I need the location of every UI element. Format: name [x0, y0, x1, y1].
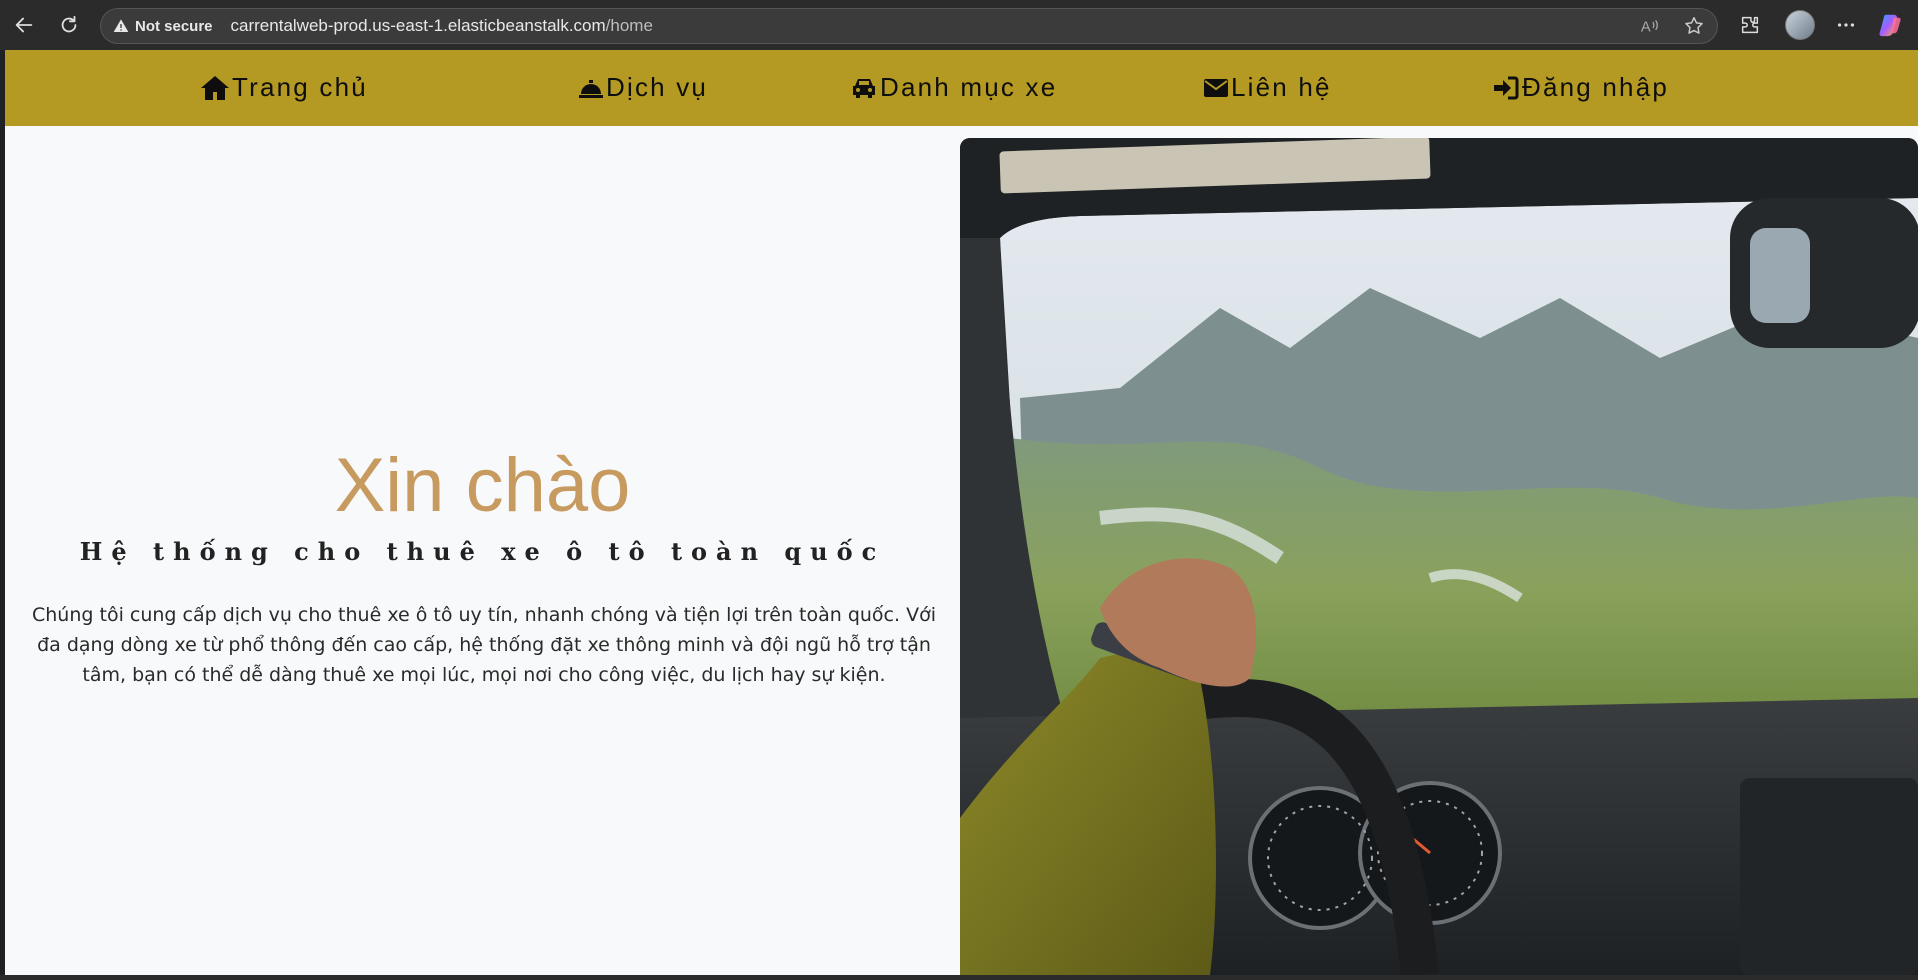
nav-home[interactable]: Trang chủ [200, 72, 368, 103]
hero-subtitle: Hệ thống cho thuê xe ô tô toàn quốc [79, 537, 886, 566]
nav-car-catalog-label: Danh mục xe [880, 72, 1058, 102]
profile-avatar[interactable] [1783, 8, 1817, 42]
more-menu-icon[interactable] [1833, 12, 1859, 38]
nav-contact[interactable]: Liên hệ [1203, 72, 1332, 103]
hero-title: Xin chào [334, 443, 631, 528]
extensions-icon[interactable] [1737, 12, 1763, 38]
nav-home-label: Trang chủ [232, 72, 368, 102]
sign-in-icon [1494, 76, 1519, 99]
nav-contact-label: Liên hệ [1231, 72, 1332, 102]
copilot-icon[interactable] [1878, 12, 1904, 38]
nav-login-label: Đăng nhập [1522, 72, 1670, 102]
svg-text:A: A [1641, 20, 1651, 36]
car-icon [853, 78, 875, 98]
url-path: /home [605, 16, 653, 35]
service-bell-icon [579, 79, 603, 98]
browser-toolbar: Not secure carrentalweb-prod.us-east-1.e… [0, 0, 1918, 50]
main-navbar: Trang chủ Dịch vụ Danh mục xe Liên hệ Đă… [5, 50, 1918, 126]
browser-bottom-edge [0, 975, 1918, 980]
back-icon[interactable] [12, 13, 36, 37]
page-viewport: Trang chủ Dịch vụ Danh mục xe Liên hệ Đă… [5, 50, 1918, 975]
hero-description: Chúng tôi cung cấp dịch vụ cho thuê xe ô… [32, 604, 936, 686]
url-text[interactable]: carrentalweb-prod.us-east-1.elasticbeans… [231, 16, 653, 36]
read-aloud-icon[interactable]: A [1639, 15, 1661, 42]
nav-login[interactable]: Đăng nhập [1492, 72, 1669, 103]
favorite-star-icon[interactable] [1683, 15, 1705, 42]
envelope-icon [1204, 78, 1228, 97]
security-label: Not secure [135, 17, 213, 35]
url-host: carrentalweb-prod.us-east-1.elasticbeans… [230, 16, 606, 35]
reload-icon[interactable] [57, 13, 81, 37]
nav-services[interactable]: Dịch vụ [578, 72, 708, 103]
nav-services-label: Dịch vụ [606, 72, 709, 102]
security-indicator[interactable]: Not secure [113, 18, 213, 35]
hero-car-interior-image [960, 138, 1918, 975]
warning-icon [113, 19, 129, 32]
nav-car-catalog[interactable]: Danh mục xe [850, 72, 1057, 103]
home-icon [201, 75, 229, 100]
address-bar[interactable]: Not secure carrentalweb-prod.us-east-1.e… [100, 8, 1718, 44]
